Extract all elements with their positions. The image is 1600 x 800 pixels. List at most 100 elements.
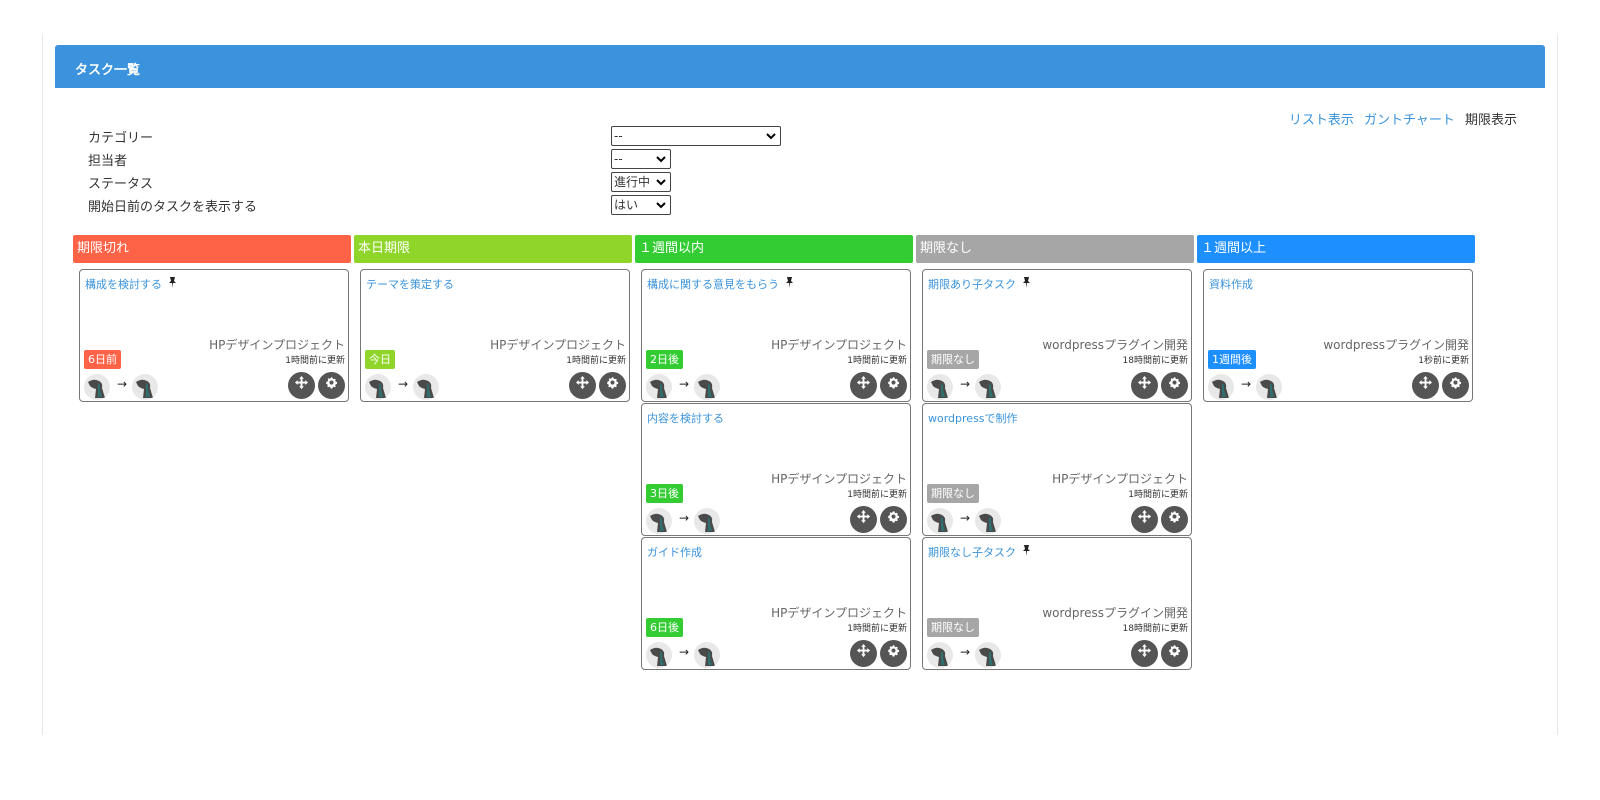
column-1: 期限切れ 構成を検討する HPデザインプロジェクト 1時間前に更新 6日前 → [73,235,351,402]
gear-icon[interactable] [599,372,626,399]
task-card[interactable]: テーマを策定する HPデザインプロジェクト 1時間前に更新 今日 → [360,269,630,402]
move-icon[interactable] [850,640,877,667]
filter-form: カテゴリー -- 担当者 -- ステータス 進行中 開始日前のタスクを表示する … [88,125,788,217]
task-card[interactable]: 期限なし子タスク wordpressプラグイン開発 18時間前に更新 期限なし → [922,537,1192,670]
task-title-link[interactable]: 構成に関する意見をもらう [647,276,794,292]
task-updated: 1時間前に更新 [847,624,907,634]
column-2: 本日期限 テーマを策定する HPデザインプロジェクト 1時間前に更新 今日 → [354,235,632,402]
arrow-right-icon: → [398,377,409,391]
column-4: 期限なし 期限あり子タスク wordpressプラグイン開発 18時間前に更新 期限な… [916,235,1194,670]
due-badge: 6日前 [84,350,121,369]
task-title-link[interactable]: テーマを策定する [366,276,454,292]
gear-icon[interactable] [880,640,907,667]
avatar-icon [975,508,1001,534]
avatar-icon [365,374,391,400]
task-updated: 1秒前に更新 [1418,356,1469,366]
task-updated: 18時間前に更新 [1122,356,1188,366]
avatar-icon [694,374,720,400]
avatar-icon [927,642,953,668]
filter-label-category: カテゴリー [88,131,154,146]
move-icon[interactable] [1131,372,1158,399]
avatar-icon [1256,374,1282,400]
due-badge: 期限なし [927,618,979,637]
status-select[interactable]: 進行中 [611,172,671,192]
move-icon[interactable] [850,506,877,533]
task-card[interactable]: 構成を検討する HPデザインプロジェクト 1時間前に更新 6日前 → [79,269,349,402]
move-icon[interactable] [1131,506,1158,533]
page-title: タスク一覧 [75,63,141,78]
move-icon[interactable] [850,372,877,399]
filter-label-show-before-start: 開始日前のタスクを表示する [88,200,258,215]
pin-icon [164,277,177,291]
task-title-link[interactable]: wordpressで制作 [928,410,1018,426]
pin-icon [1018,545,1031,559]
task-project: HPデザインプロジェクト [771,472,907,486]
task-card[interactable]: 期限あり子タスク wordpressプラグイン開発 18時間前に更新 期限なし → [922,269,1192,402]
task-card[interactable]: wordpressで制作 HPデザインプロジェクト 1時間前に更新 期限なし → [922,403,1192,536]
move-icon[interactable] [288,372,315,399]
due-badge: 6日後 [646,618,683,637]
gear-icon[interactable] [1161,372,1188,399]
task-updated: 1時間前に更新 [1128,490,1188,500]
status-select-value: 進行中 [614,175,651,189]
gear-icon[interactable] [1161,640,1188,667]
arrow-right-icon: → [960,645,971,659]
pin-icon [1018,277,1031,291]
filter-label-status: ステータス [88,177,154,192]
arrow-right-icon: → [960,511,971,525]
task-title-link[interactable]: 構成を検討する [85,276,177,292]
task-title: wordpressで制作 [928,412,1018,425]
task-project: HPデザインプロジェクト [209,338,345,352]
due-badge: 2日後 [646,350,683,369]
task-updated: 1時間前に更新 [566,356,626,366]
due-badge: 期限なし [927,484,979,503]
filter-row-assignee: 担当者 -- [88,148,788,171]
avatar-icon [413,374,439,400]
avatar-icon [646,642,672,668]
task-title-link[interactable]: 期限なし子タスク [928,544,1031,560]
task-title-link[interactable]: 期限あり子タスク [928,276,1031,292]
task-card[interactable]: 構成に関する意見をもらう HPデザインプロジェクト 1時間前に更新 2日後 → [641,269,911,402]
task-title-link[interactable]: 資料作成 [1209,276,1253,292]
gear-icon[interactable] [1442,372,1469,399]
filter-label-assignee: 担当者 [88,154,128,169]
task-title-link[interactable]: ガイド作成 [647,544,702,560]
category-select[interactable]: -- [611,126,781,146]
gantt-view-link[interactable]: ガントチャート [1364,113,1455,128]
show-before-start-select[interactable]: はい [611,195,671,215]
move-icon[interactable] [1412,372,1439,399]
task-title-link[interactable]: 内容を検討する [647,410,724,426]
due-badge: 1週間後 [1208,350,1256,369]
assignee-select-value: -- [614,152,623,166]
panel-header: タスク一覧 [55,45,1545,88]
assignee-select[interactable]: -- [611,149,671,169]
task-card[interactable]: 内容を検討する HPデザインプロジェクト 1時間前に更新 3日後 → [641,403,911,536]
task-project: HPデザインプロジェクト [771,338,907,352]
task-card[interactable]: 資料作成 wordpressプラグイン開発 1秒前に更新 1週間後 → [1203,269,1473,402]
move-icon[interactable] [1131,640,1158,667]
column-header: １週間以内 [635,235,913,263]
task-card[interactable]: ガイド作成 HPデザインプロジェクト 1時間前に更新 6日後 → [641,537,911,670]
task-updated: 1時間前に更新 [847,490,907,500]
avatar-icon [694,642,720,668]
avatar-icon [1208,374,1234,400]
chevron-down-icon [656,196,666,220]
due-badge: 期限なし [927,350,979,369]
due-badge: 3日後 [646,484,683,503]
avatar-icon [975,642,1001,668]
gear-icon[interactable] [1161,506,1188,533]
arrow-right-icon: → [679,511,690,525]
list-view-link[interactable]: リスト表示 [1289,113,1354,128]
avatar-icon [694,508,720,534]
move-icon[interactable] [569,372,596,399]
gear-icon[interactable] [318,372,345,399]
deadline-view-label: 期限表示 [1464,113,1517,128]
avatar-icon [927,508,953,534]
gear-icon[interactable] [880,506,907,533]
gear-icon[interactable] [880,372,907,399]
task-panel: タスク一覧 リスト表示 ガントチャート 期限表示 カテゴリー -- 担当者 -- [42,35,1558,735]
task-title: ガイド作成 [647,546,702,559]
avatar-icon [975,374,1001,400]
arrow-right-icon: → [960,377,971,391]
arrow-right-icon: → [679,377,690,391]
